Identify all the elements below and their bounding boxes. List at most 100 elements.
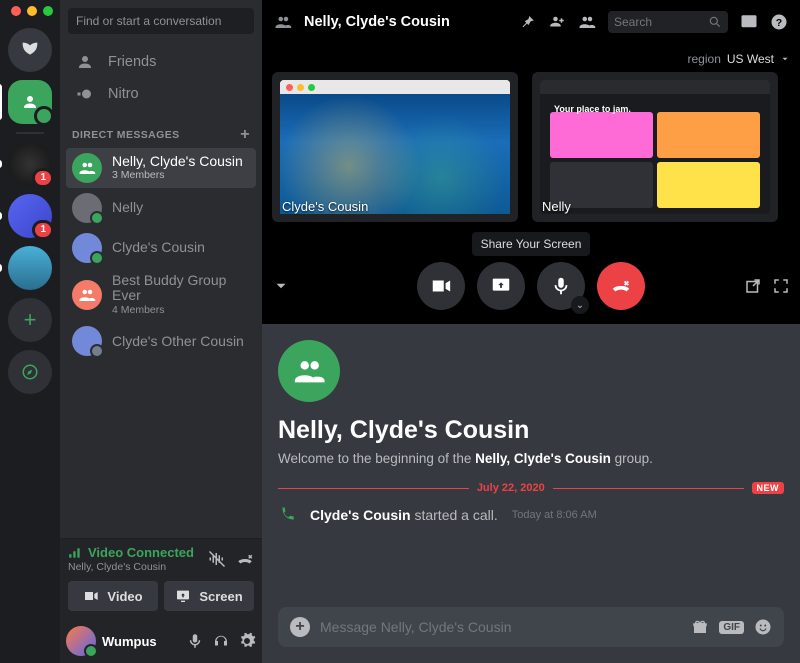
- pin-icon[interactable]: [518, 13, 536, 31]
- new-messages-badge: NEW: [752, 482, 785, 494]
- dm-item-group-nelly-clyde[interactable]: Nelly, Clyde's Cousin3 Members: [66, 148, 256, 188]
- minimize-window-icon[interactable]: [27, 6, 37, 16]
- dm-name: Clyde's Other Cousin: [112, 334, 244, 349]
- avatar: [72, 193, 102, 223]
- home-server-button[interactable]: [8, 28, 52, 72]
- fullscreen-icon[interactable]: [772, 277, 790, 295]
- help-icon[interactable]: ?: [770, 13, 788, 31]
- add-server-button[interactable]: +: [8, 298, 52, 342]
- zoom-window-icon[interactable]: [43, 6, 53, 16]
- nitro-icon: [76, 85, 94, 103]
- voice-status[interactable]: Video Connected: [68, 545, 194, 560]
- group-avatar-large-icon: [278, 340, 340, 402]
- dm-section-heading: DIRECT MESSAGES: [72, 129, 180, 141]
- svg-text:?: ?: [776, 17, 782, 29]
- friends-label: Friends: [108, 54, 156, 70]
- message-composer[interactable]: + Message Nelly, Clyde's Cousin GIF: [278, 607, 784, 647]
- region-value[interactable]: US West: [727, 52, 774, 66]
- channel-header: Nelly, Clyde's Cousin Search ?: [262, 0, 800, 44]
- chat-welcome-text: Welcome to the beginning of the Nelly, C…: [278, 451, 784, 466]
- dm-button[interactable]: [8, 80, 52, 124]
- region-label: region: [688, 52, 721, 66]
- dm-name: Clyde's Cousin: [112, 240, 205, 255]
- window-controls: [7, 6, 53, 16]
- call-area: region US West Clyde's Cousin Your place…: [262, 44, 800, 324]
- user-settings-button[interactable]: [238, 632, 256, 650]
- server-1[interactable]: 1: [8, 142, 52, 186]
- dm-sub: 3 Members: [112, 170, 243, 182]
- disconnect-icon[interactable]: [236, 550, 254, 568]
- voice-channel-name: Nelly, Clyde's Cousin: [68, 561, 194, 573]
- attach-file-button[interactable]: +: [290, 617, 310, 637]
- stream-participant-name: Nelly: [542, 199, 571, 214]
- dm-name: Nelly, Clyde's Cousin: [112, 154, 243, 169]
- shared-window-preview: Your place to jam.: [540, 80, 770, 214]
- camera-toggle-button[interactable]: [417, 262, 465, 310]
- dm-sub: 4 Members: [112, 305, 250, 317]
- quick-switch-input[interactable]: Find or start a conversation: [68, 8, 254, 34]
- server-2[interactable]: 1: [8, 194, 52, 238]
- collapse-call-icon[interactable]: [272, 277, 290, 295]
- dm-name: Best Buddy Group Ever: [112, 273, 250, 304]
- dm-item-best-buddy-group[interactable]: Best Buddy Group Ever4 Members: [66, 268, 256, 321]
- channel-title: Nelly, Clyde's Cousin: [304, 14, 450, 30]
- voice-panel: Video Connected Nelly, Clyde's Cousin Vi…: [60, 538, 262, 619]
- chevron-down-icon[interactable]: [780, 54, 790, 64]
- friends-nav[interactable]: Friends: [68, 46, 254, 78]
- add-friend-icon[interactable]: [548, 13, 566, 31]
- video-toggle-button[interactable]: Video: [68, 581, 158, 611]
- user-panel: Wumpus: [60, 619, 262, 663]
- dm-item-clydes-cousin[interactable]: Clyde's Cousin: [66, 228, 256, 268]
- share-screen-button[interactable]: [477, 262, 525, 310]
- avatar: [72, 233, 102, 263]
- create-dm-button[interactable]: +: [240, 126, 250, 144]
- avatar: [72, 326, 102, 356]
- server-3[interactable]: [8, 246, 52, 290]
- nitro-nav[interactable]: Nitro: [68, 78, 254, 110]
- stream-participant-name: Clyde's Cousin: [282, 199, 368, 214]
- chat-title: Nelly, Clyde's Cousin: [278, 416, 784, 445]
- unread-pill: [0, 160, 2, 168]
- emoji-picker-button[interactable]: [754, 618, 772, 636]
- group-avatar-icon: [72, 153, 102, 183]
- gif-picker-button[interactable]: GIF: [719, 621, 744, 634]
- stream-tile-1[interactable]: Clyde's Cousin: [272, 72, 518, 222]
- leave-call-button[interactable]: [597, 262, 645, 310]
- inbox-icon[interactable]: [740, 13, 758, 31]
- friends-icon: [76, 53, 94, 71]
- chat-area: Nelly, Clyde's Cousin Welcome to the beg…: [262, 324, 800, 663]
- server-separator: [16, 132, 44, 134]
- mention-badge: 1: [32, 220, 54, 240]
- search-placeholder: Search: [614, 15, 652, 29]
- screen-share-button[interactable]: Screen: [164, 581, 254, 611]
- mute-mic-button[interactable]: ⌄: [537, 262, 585, 310]
- video-icon: [83, 588, 99, 604]
- close-window-icon[interactable]: [11, 6, 21, 16]
- quick-switch-placeholder: Find or start a conversation: [76, 14, 221, 28]
- deafen-button[interactable]: [212, 632, 230, 650]
- dm-item-nelly[interactable]: Nelly: [66, 188, 256, 228]
- unread-pill: [0, 264, 2, 272]
- explore-servers-button[interactable]: [8, 350, 52, 394]
- mute-mic-button[interactable]: [186, 632, 204, 650]
- message-timestamp: Today at 8:06 AM: [512, 509, 597, 521]
- screen-icon: [175, 588, 191, 604]
- pop-out-icon[interactable]: [744, 277, 762, 295]
- message-author[interactable]: Clyde's Cousin: [310, 507, 411, 523]
- member-list-icon[interactable]: [578, 13, 596, 31]
- dm-item-clydes-other-cousin[interactable]: Clyde's Other Cousin: [66, 321, 256, 361]
- phone-icon: [278, 506, 296, 524]
- system-message: Clyde's Cousin started a call. Today at …: [278, 502, 784, 528]
- search-icon: [708, 15, 722, 29]
- share-screen-tooltip: Share Your Screen: [472, 232, 591, 256]
- server-list: 1 1 +: [0, 0, 60, 663]
- noise-suppression-icon[interactable]: [208, 550, 226, 568]
- group-dm-icon: [274, 13, 292, 31]
- chevron-down-icon[interactable]: ⌄: [571, 296, 589, 314]
- stream-tile-2[interactable]: Your place to jam. Nelly: [532, 72, 778, 222]
- group-avatar-icon: [72, 280, 102, 310]
- gift-icon[interactable]: [691, 618, 709, 636]
- self-avatar[interactable]: [66, 626, 96, 656]
- search-input[interactable]: Search: [608, 11, 728, 33]
- dm-sidebar: Find or start a conversation Friends Nit…: [60, 0, 262, 663]
